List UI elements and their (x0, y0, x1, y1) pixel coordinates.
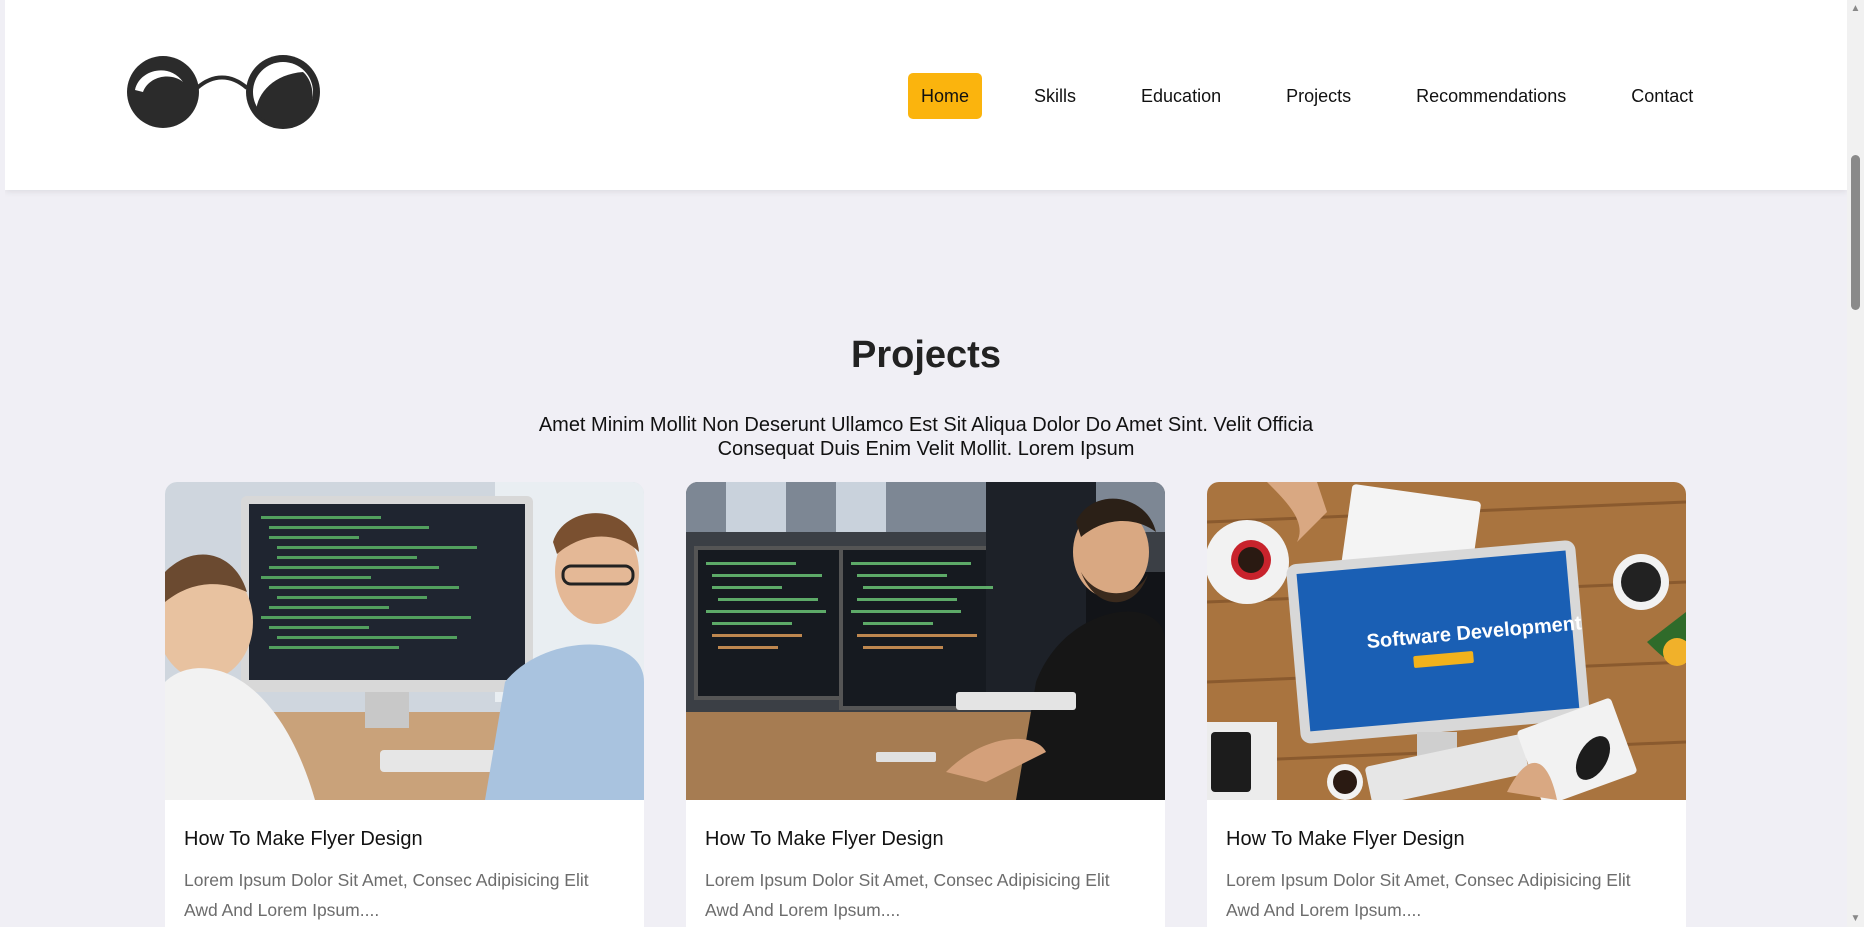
project-cards: How To Make Flyer Design Lorem Ipsum Dol… (165, 482, 1686, 927)
nav-home[interactable]: Home (908, 73, 983, 119)
project-image-software-development[interactable]: Software Development (1207, 482, 1686, 800)
nav-skills[interactable]: Skills (1021, 73, 1089, 119)
nav-education[interactable]: Education (1128, 73, 1234, 119)
scroll-up-arrow-icon[interactable]: ▲ (1847, 0, 1864, 17)
project-card[interactable]: Software Development How To Make Flyer D… (1207, 482, 1686, 927)
projects-title: Projects (851, 334, 1001, 376)
scrollbar-thumb[interactable] (1851, 155, 1860, 310)
project-card-text: Lorem Ipsum Dolor Sit Amet, Consec Adipi… (705, 870, 1110, 920)
projects-subtitle: Amet Minim Mollit Non Deserunt Ullamco E… (538, 414, 1314, 460)
project-card[interactable]: How To Make Flyer Design Lorem Ipsum Dol… (686, 482, 1165, 927)
site-header: Home Skills Education Projects Recommend… (5, 0, 1847, 190)
nav-contact[interactable]: Contact (1618, 73, 1706, 119)
glasses-icon[interactable] (125, 52, 325, 136)
nav-projects[interactable]: Projects (1273, 73, 1364, 119)
project-card-title[interactable]: How To Make Flyer Design (686, 800, 1165, 851)
project-card-text: Lorem Ipsum Dolor Sit Amet, Consec Adipi… (1226, 870, 1631, 920)
main-nav: Home Skills Education Projects Recommend… (908, 73, 1706, 119)
vertical-scrollbar[interactable]: ▲ ▼ (1847, 0, 1864, 927)
project-card[interactable]: How To Make Flyer Design Lorem Ipsum Dol… (165, 482, 644, 927)
project-card-text: Lorem Ipsum Dolor Sit Amet, Consec Adipi… (184, 870, 589, 920)
scroll-down-arrow-icon[interactable]: ▼ (1847, 910, 1864, 927)
nav-recommendations[interactable]: Recommendations (1403, 73, 1579, 119)
page: Home Skills Education Projects Recommend… (5, 0, 1847, 927)
project-image-developer-monitors[interactable] (686, 482, 1165, 800)
project-card-title[interactable]: How To Make Flyer Design (1207, 800, 1686, 851)
project-card-title[interactable]: How To Make Flyer Design (165, 800, 644, 851)
project-image-developers[interactable] (165, 482, 644, 800)
